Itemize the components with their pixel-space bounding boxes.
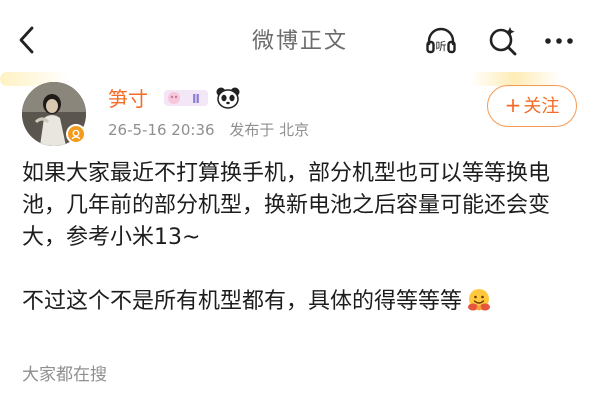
member-level-badge-icon: Ⅱ bbox=[164, 90, 208, 106]
post-paragraph-2: 不过这个不是所有机型都有，具体的得等等等 bbox=[22, 286, 582, 318]
post-paragraph-1: 如果大家最近不打算换手机，部分机型也可以等等换电池，几年前的部分机型，换新电池之… bbox=[22, 158, 582, 254]
member-level-text: Ⅱ bbox=[192, 92, 200, 106]
listen-icon[interactable]: 听 bbox=[424, 24, 458, 58]
author-name[interactable]: 笋寸 bbox=[108, 86, 148, 112]
post-location: 发布于 北京 bbox=[229, 121, 310, 139]
panda-badge-icon bbox=[216, 87, 240, 109]
follow-button[interactable]: + 关注 bbox=[487, 85, 577, 127]
hug-emoji-icon bbox=[468, 289, 491, 311]
verified-badge-icon bbox=[66, 124, 86, 144]
decorative-banner-right bbox=[470, 72, 560, 86]
hot-search-label: 大家都在搜 bbox=[22, 365, 107, 385]
more-icon[interactable] bbox=[542, 24, 576, 58]
search-sparkle-icon[interactable] bbox=[486, 24, 520, 58]
listen-glyph: 听 bbox=[436, 40, 447, 53]
weibo-post-page: 微博正文 听 笋寸 Ⅱ 26-5-16 20:36 发布于 北京 + 关注 如果… bbox=[0, 0, 600, 400]
follow-label: 关注 bbox=[523, 96, 560, 117]
post-paragraph-1-text: 如果大家最近不打算换手机，部分机型也可以等等换电池，几年前的部分机型，换新电池之… bbox=[22, 161, 551, 250]
plus-icon: + bbox=[504, 93, 522, 117]
post-time: 26-5-16 20:36 bbox=[108, 121, 215, 139]
post-paragraph-2-text: 不过这个不是所有机型都有，具体的得等等等 bbox=[22, 289, 463, 314]
top-nav-bar: 微博正文 听 bbox=[0, 0, 600, 80]
post-content: 如果大家最近不打算换手机，部分机型也可以等等换电池，几年前的部分机型，换新电池之… bbox=[22, 158, 582, 318]
post-meta: 26-5-16 20:36 发布于 北京 bbox=[108, 120, 319, 140]
